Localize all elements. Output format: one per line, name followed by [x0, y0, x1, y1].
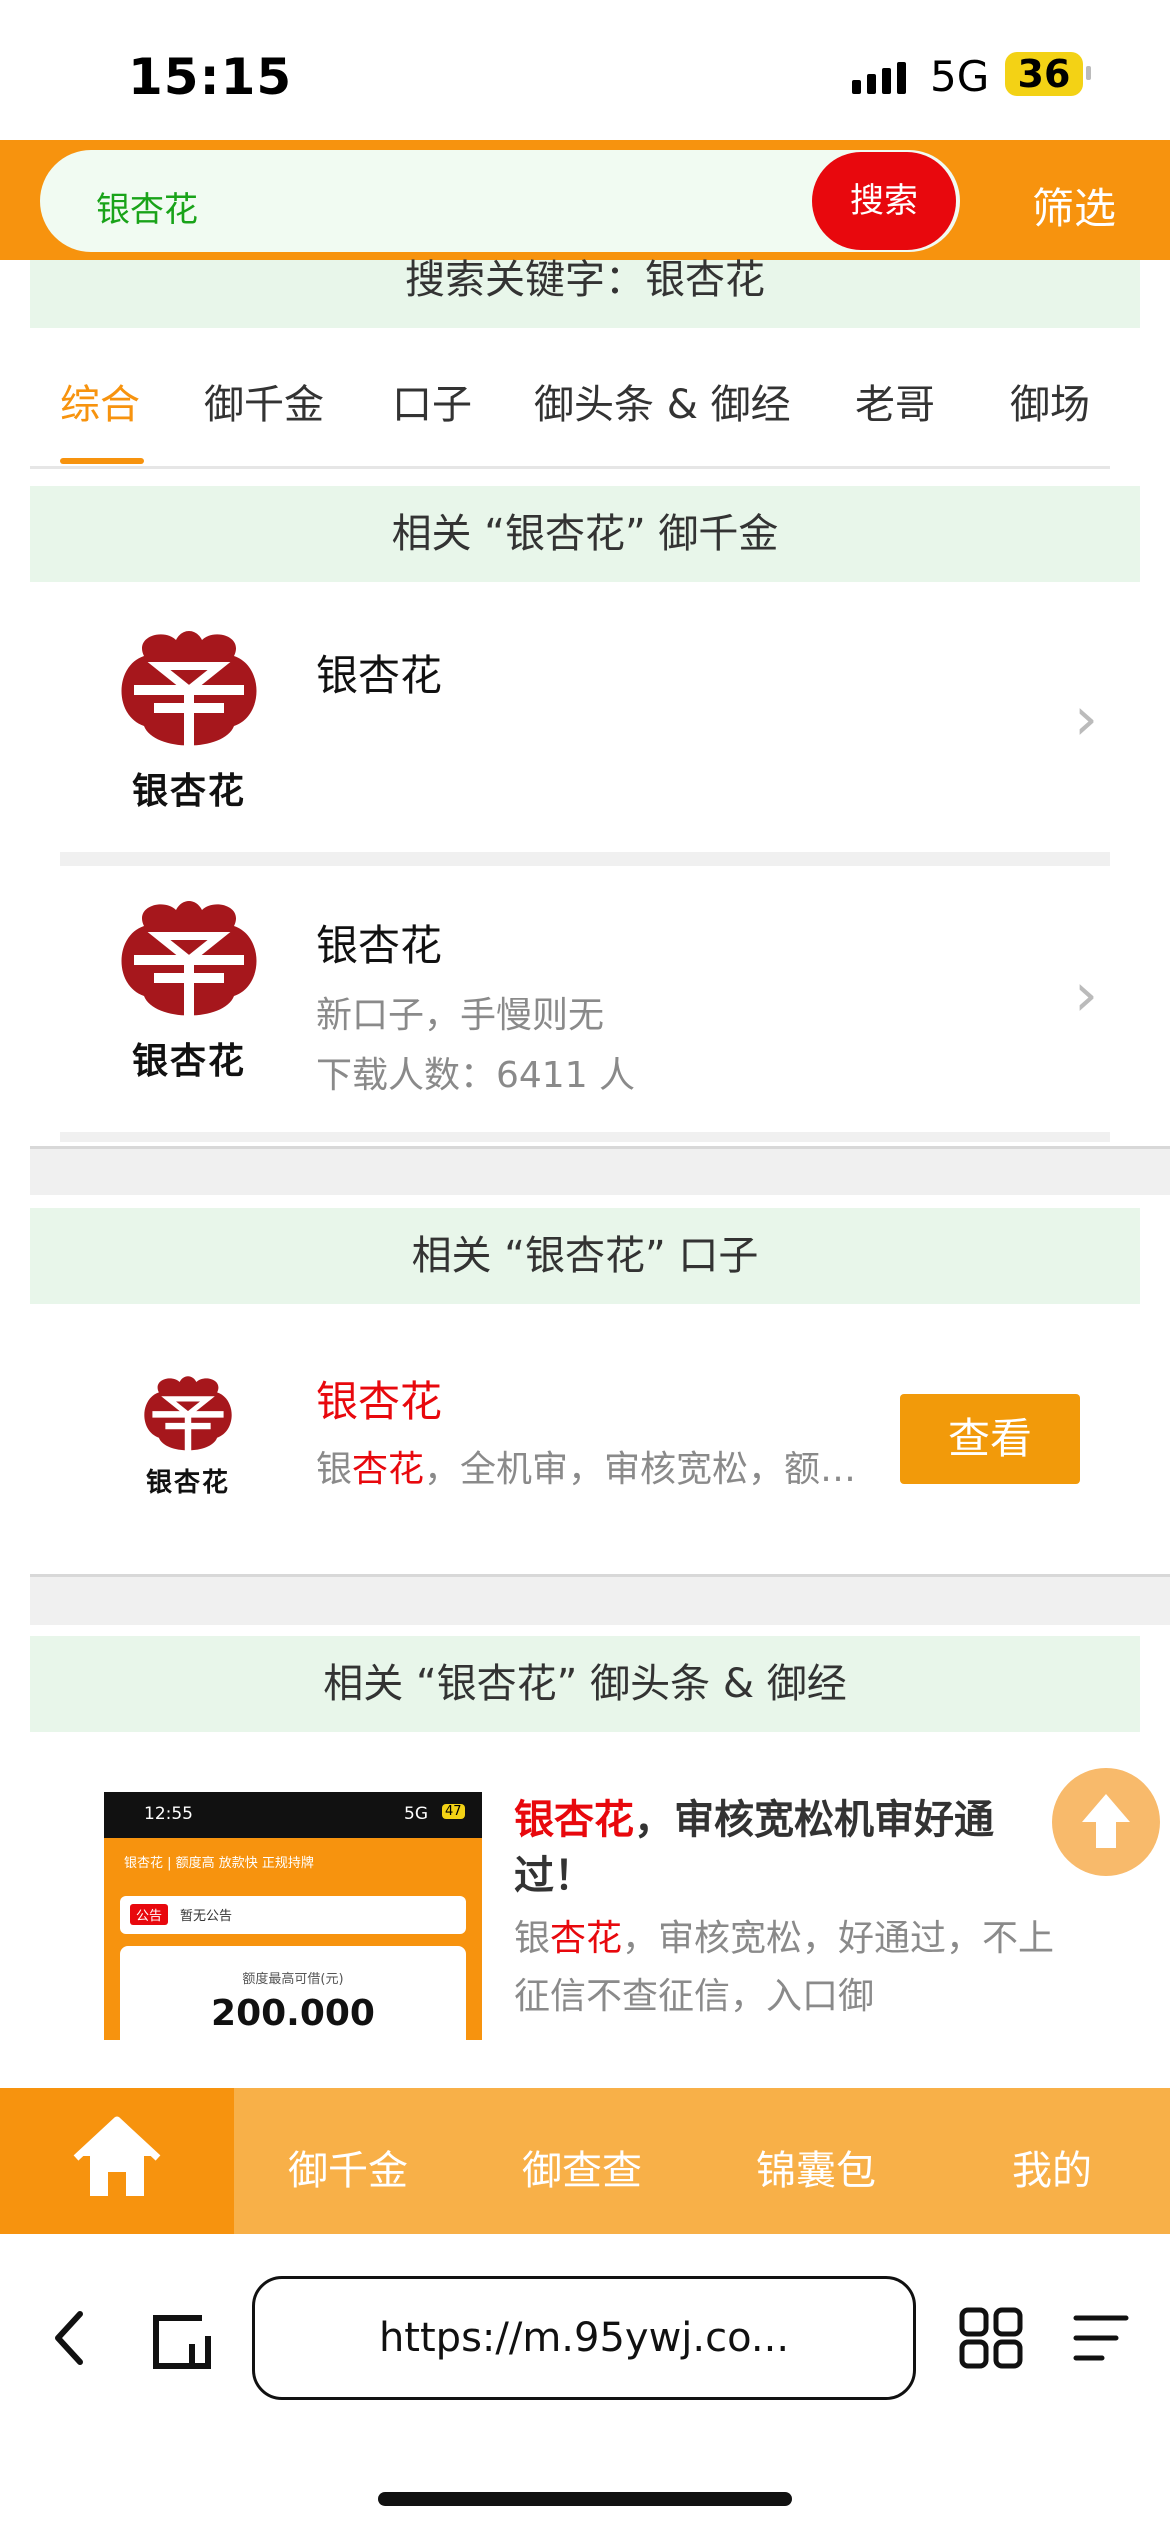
item-title: 银杏花 [316, 921, 443, 970]
logo-emblem-icon [121, 631, 257, 746]
section-title: 相关 “银杏花” 御千金 [391, 511, 779, 557]
thumb-net: 5G [404, 1804, 428, 1824]
home-icon [73, 2116, 161, 2196]
logo-text: 银杏花 [145, 1468, 230, 1498]
filter-button[interactable]: 筛选 [1032, 175, 1116, 236]
logo-emblem-icon [144, 1376, 232, 1451]
nav-mine[interactable]: 我的 [1012, 2138, 1092, 2196]
yinxinghua-logo: 银杏花 [100, 626, 278, 814]
desc-prefix: 银 [316, 1449, 353, 1490]
tab-laoge[interactable]: 老哥 [855, 372, 935, 430]
section-header-kouzi: 相关 “银杏花” 口子 [30, 1208, 1140, 1304]
grid-icon [959, 2307, 1023, 2369]
view-button[interactable]: 查看 [900, 1394, 1080, 1484]
battery-icon: 36 [1005, 52, 1083, 96]
active-tab-indicator [60, 458, 144, 464]
section-title: 相关 “银杏花” 御头条 & 御经 [323, 1661, 847, 1707]
section-separator [30, 1574, 1170, 1625]
thumb-time: 12:55 [144, 1804, 193, 1824]
arrow-up-icon [1082, 1794, 1130, 1848]
chevron-left-icon [55, 2311, 83, 2365]
home-indicator [378, 2492, 792, 2506]
chevron-right-icon: › [1074, 960, 1098, 1030]
desc-prefix: 银 [514, 1918, 551, 1959]
item-divider [60, 1132, 1110, 1142]
title-highlight: 银杏花 [514, 1797, 634, 1843]
item-divider [60, 852, 1110, 866]
back-button[interactable] [50, 2300, 90, 2380]
network-type: 5G [930, 52, 990, 101]
logo-text: 银杏花 [131, 771, 246, 812]
desc-highlight: 杏花 [550, 1918, 623, 1959]
item-downloads: 下载人数：6411 人 [316, 1055, 636, 1096]
section-title: 相关 “银杏花” 口子 [411, 1233, 759, 1279]
desc-highlight: 杏花 [352, 1449, 425, 1490]
tab-yuchang[interactable]: 御场 [1010, 372, 1090, 430]
nav-yuchacha[interactable]: 御查查 [522, 2138, 642, 2196]
thumb-limit-label: 额度最高可借(元) [242, 1972, 344, 1987]
search-input-value[interactable]: 银杏花 [96, 182, 198, 231]
keyword-bar: 搜索关键字：银杏花 [30, 260, 1140, 328]
tabs-icon [153, 2315, 211, 2369]
logo-emblem-icon [121, 901, 257, 1016]
nav-jinnangbao[interactable]: 锦囊包 [756, 2138, 876, 2196]
chevron-right-icon: › [1074, 684, 1098, 754]
thumb-limit-card: 额度最高可借(元) 200.000 [120, 1946, 466, 2040]
tab-kouzi[interactable]: 口子 [392, 372, 472, 430]
item-title: 银杏花 [316, 1377, 443, 1426]
article-thumbnail[interactable]: 12:55 5G 47 银杏花 | 额度高 放款快 正规持牌 公告 暂无公告 额… [104, 1792, 482, 2040]
menu-button[interactable] [1066, 2300, 1136, 2380]
keyword-text: 搜索关键字：银杏花 [405, 257, 765, 303]
cellular-signal-icon [852, 62, 906, 94]
thumb-battery: 47 [442, 1804, 465, 1819]
item-description: 银杏花，全机审，审核宽松，额… [316, 1440, 856, 1492]
tab-yuqianjin[interactable]: 御千金 [204, 372, 324, 430]
thumb-limit-value: 200.000 [211, 1993, 375, 2034]
apps-button[interactable] [956, 2300, 1026, 2380]
thumb-notice-text: 暂无公告 [180, 1909, 233, 1924]
article-title[interactable]: 银杏花，审核宽松机审好通过！ [514, 1792, 1034, 1904]
logo-text: 银杏花 [131, 1041, 246, 1082]
yinxinghua-logo: 银杏花 [126, 1372, 250, 1499]
nav-yuqianjin[interactable]: 御千金 [288, 2138, 408, 2196]
url-bar[interactable]: https://m.95ywj.co... [252, 2276, 916, 2400]
battery-cap [1086, 66, 1091, 80]
desc-rest: ，全机审，审核宽松，额… [424, 1449, 856, 1490]
menu-icon [1073, 2315, 1129, 2361]
section-separator [30, 1146, 1170, 1195]
item-subtitle: 新口子，手慢则无 [316, 995, 605, 1036]
tab-comprehensive[interactable]: 综合 [60, 372, 140, 430]
tabs-divider [30, 466, 1110, 469]
tab-news-guides[interactable]: 御头条 & 御经 [534, 372, 791, 430]
article-description: 银杏花，审核宽松，好通过，不上征信不查征信，入口御 [514, 1910, 1074, 2026]
thumb-notice-tag: 公告 [130, 1904, 169, 1925]
section-header-yuqianjin: 相关 “银杏花” 御千金 [30, 486, 1140, 582]
status-time: 15:15 [128, 48, 293, 106]
search-button[interactable]: 搜索 [812, 152, 956, 250]
yinxinghua-logo: 银杏花 [100, 896, 278, 1084]
nav-home[interactable] [0, 2088, 234, 2234]
item-title: 银杏花 [316, 651, 443, 700]
thumb-notice: 公告 暂无公告 [120, 1896, 466, 1934]
thumb-status-bar: 12:55 5G 47 [104, 1792, 482, 1838]
tab-switch-button[interactable] [146, 2300, 216, 2380]
thumb-banner: 银杏花 | 额度高 放款快 正规持牌 [124, 1856, 314, 1871]
section-header-news: 相关 “银杏花” 御头条 & 御经 [30, 1636, 1140, 1732]
scroll-to-top-button[interactable] [1052, 1768, 1160, 1876]
